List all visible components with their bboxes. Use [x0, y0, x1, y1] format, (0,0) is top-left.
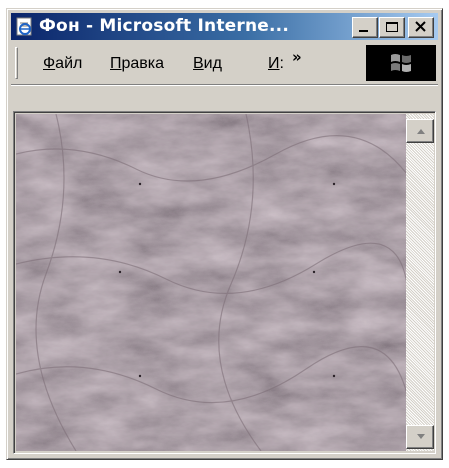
menu-favorites-label: : — [279, 55, 284, 72]
minimize-icon — [359, 30, 368, 32]
content-frame — [13, 111, 436, 454]
arrow-up-icon — [417, 129, 425, 134]
internet-explorer-icon[interactable] — [15, 17, 35, 37]
menu-overflow-chevron-icon[interactable]: » — [292, 48, 302, 66]
browser-window: Фон - Microsoft Interne... Файл Правка В… — [6, 8, 443, 460]
menu-bar: Файл Правка Вид И: » — [11, 42, 438, 85]
toolbar-grip[interactable] — [15, 47, 18, 79]
page-viewport[interactable] — [16, 114, 407, 451]
menu-file-hotkey: Ф — [43, 55, 56, 72]
minimize-button[interactable] — [352, 17, 378, 38]
scroll-down-button[interactable] — [406, 425, 434, 449]
vertical-scrollbar[interactable] — [406, 114, 434, 451]
menu-favorites[interactable]: И: — [268, 54, 284, 74]
close-icon — [415, 21, 426, 32]
title-bar[interactable]: Фон - Microsoft Interne... — [11, 13, 438, 40]
window-title: Фон - Microsoft Interne... — [39, 16, 289, 36]
menu-edit-hotkey: П — [110, 55, 122, 72]
menu-view-hotkey: В — [193, 55, 204, 72]
menu-file[interactable]: Файл — [43, 54, 82, 74]
close-button[interactable] — [408, 17, 434, 38]
arrow-down-icon — [417, 434, 425, 439]
menu-favorites-hotkey: И — [268, 55, 280, 72]
maximize-icon — [386, 22, 398, 32]
menu-view[interactable]: Вид — [193, 54, 222, 74]
scroll-up-button[interactable] — [406, 119, 434, 143]
menu-file-label: айл — [55, 55, 83, 72]
menu-view-label: ид — [203, 55, 222, 72]
menu-edit[interactable]: Правка — [110, 54, 164, 74]
marble-texture-background — [16, 114, 407, 451]
menu-edit-label: равка — [121, 55, 165, 72]
throbber — [366, 45, 436, 81]
maximize-button[interactable] — [379, 17, 405, 38]
windows-logo-icon — [391, 54, 411, 72]
